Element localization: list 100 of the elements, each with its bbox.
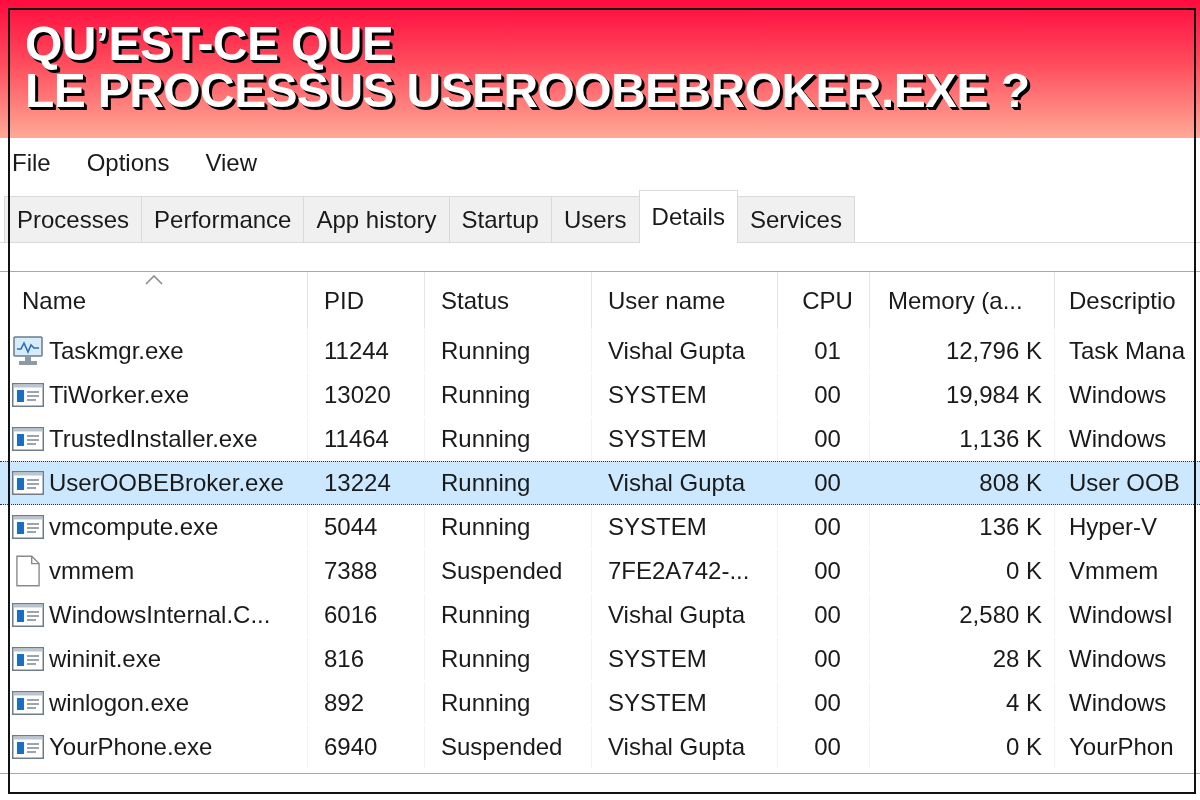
table-cell-text: Vishal Gupta [607, 468, 746, 498]
tab[interactable]: Details [638, 190, 738, 243]
column-header[interactable]: Name [0, 272, 308, 329]
table-cell: 00 [778, 682, 870, 724]
sort-caret-icon [144, 275, 163, 285]
table-cell: Vishal Gupta [592, 330, 778, 372]
table-cell: 5044 [308, 506, 425, 548]
process-row[interactable]: TrustedInstaller.exe 11464 Running SYSTEM 00 1,136 K Windows [0, 417, 1200, 461]
table-cell: 4 K [870, 682, 1055, 724]
column-header[interactable]: CPU [778, 272, 870, 329]
window-icon [12, 691, 44, 715]
table-cell: 816 [308, 638, 425, 680]
table-cell: 2,580 K [870, 594, 1055, 636]
table-cell: 12,796 K [870, 330, 1055, 372]
window-icon [12, 471, 44, 495]
table-cell: wininit.exe [49, 645, 162, 673]
document-icon [16, 555, 40, 587]
tab[interactable]: Users [550, 196, 640, 242]
banner-title: QU’EST-CE QUE LE PROCESSUS USEROOBEBROKER.EXE ? [25, 20, 1030, 114]
menu-item[interactable]: Options [86, 149, 170, 177]
table-cell: 7FE2A742-... [592, 550, 778, 592]
table-cell: 00 [778, 506, 870, 548]
window-icon [12, 735, 44, 759]
process-row[interactable]: YourPhone.exe 6940 Suspended Vishal Gupta 00 0 K YourPhon [0, 725, 1200, 769]
table-cell: 6940 [308, 726, 425, 768]
table-cell: TiWorker.exe [49, 381, 190, 409]
table-cell: 0 K [870, 550, 1055, 592]
monitor-graph-icon [13, 336, 43, 366]
table-cell: 00 [778, 726, 870, 768]
table-cell: 13020 [308, 374, 425, 416]
process-row[interactable]: TiWorker.exe 13020 Running SYSTEM 00 19,984 K Windows [0, 373, 1200, 417]
table-cell-text: Task Mana [1068, 336, 1187, 366]
table-cell-text: Running [440, 468, 532, 498]
table-cell: UserOOBEBroker.exe [49, 469, 284, 497]
table-cell: winlogon.exe [49, 689, 190, 717]
table-cell: Running [425, 330, 592, 372]
table-cell: 00 [778, 550, 870, 592]
column-header[interactable]: Descriptio [1055, 272, 1200, 329]
table-cell-text: 808 K [978, 468, 1043, 498]
table-cell: Taskmgr.exe [49, 337, 184, 365]
table-cell-text: WindowsI [1068, 600, 1175, 630]
column-header[interactable]: Memory (a... [870, 272, 1055, 329]
table-cell-text: Windows [1068, 644, 1168, 674]
process-row[interactable]: WindowsInternal.C... 6016 Running Vishal Gupta 00 2,580 K WindowsI [0, 593, 1200, 637]
process-row[interactable]: Taskmgr.exe 11244 Running Vishal Gupta 01 12,796 K Task Mana [0, 329, 1200, 373]
table-cell-text: Hyper-V [1068, 512, 1159, 542]
menu-item[interactable]: View [205, 149, 257, 177]
tab[interactable]: Performance [141, 196, 305, 242]
table-cell: SYSTEM [592, 638, 778, 680]
table-cell-text: User OOB [1068, 468, 1181, 498]
table-cell-text: Windows [1068, 688, 1168, 718]
tab[interactable]: Processes [4, 196, 143, 242]
table-cell: SYSTEM [592, 506, 778, 548]
table-cell: 00 [778, 638, 870, 680]
table-cell-text: Vmmem [1068, 556, 1160, 586]
menu-item[interactable]: File [12, 149, 51, 177]
table-cell: 6016 [308, 594, 425, 636]
table-cell: SYSTEM [592, 682, 778, 724]
column-header[interactable]: User name [592, 272, 778, 329]
table-cell: Running [425, 638, 592, 680]
process-row[interactable]: winlogon.exe 892 Running SYSTEM 00 4 K Windows [0, 681, 1200, 725]
process-row[interactable]: vmcompute.exe 5044 Running SYSTEM 00 136 K Hyper-V [0, 505, 1200, 549]
table-cell: 11244 [308, 330, 425, 372]
table-cell: SYSTEM [592, 418, 778, 460]
table-cell-text: Windows [1068, 380, 1168, 410]
table-cell: 1,136 K [870, 418, 1055, 460]
table-cell: YourPhone.exe [49, 733, 213, 761]
table-cell: vmcompute.exe [49, 513, 219, 541]
table-cell-text: 13224 [323, 468, 392, 498]
table-cell: 00 [778, 418, 870, 460]
table-cell-text: 00 [813, 468, 842, 498]
window-icon [12, 383, 44, 407]
table-cell: Vishal Gupta [592, 594, 778, 636]
table-cell: WindowsInternal.C... [49, 601, 271, 629]
table-cell: Running [425, 374, 592, 416]
table-cell: Running [425, 682, 592, 724]
table-cell: 11464 [308, 418, 425, 460]
table-cell: 01 [778, 330, 870, 372]
table-cell: 00 [778, 594, 870, 636]
table-cell: 00 [778, 374, 870, 416]
column-header[interactable]: PID [308, 272, 425, 329]
window-icon [12, 427, 44, 451]
window-icon [12, 515, 44, 539]
table-cell: TrustedInstaller.exe [49, 425, 258, 453]
tab[interactable]: App history [303, 196, 450, 242]
window-icon [12, 647, 44, 671]
table-cell: 136 K [870, 506, 1055, 548]
window-icon [12, 603, 44, 627]
process-row[interactable]: UserOOBEBroker.exe 13224 Running Vishal Gupta 00 808 K User OOB [0, 461, 1200, 505]
process-row[interactable]: wininit.exe 816 Running SYSTEM 00 28 K Windows [0, 637, 1200, 681]
table-cell: Suspended [425, 726, 592, 768]
tab[interactable]: Startup [448, 196, 552, 242]
table-cell-text: YourPhon [1068, 732, 1175, 762]
column-header[interactable]: Status [425, 272, 592, 329]
process-row[interactable]: vmmem 7388 Suspended 7FE2A742-... 00 0 K Vmmem [0, 549, 1200, 593]
table-cell: Running [425, 506, 592, 548]
table-cell: Vishal Gupta [592, 726, 778, 768]
table-cell-text: Windows [1068, 424, 1168, 454]
table-cell: 7388 [308, 550, 425, 592]
tab[interactable]: Services [736, 196, 855, 242]
